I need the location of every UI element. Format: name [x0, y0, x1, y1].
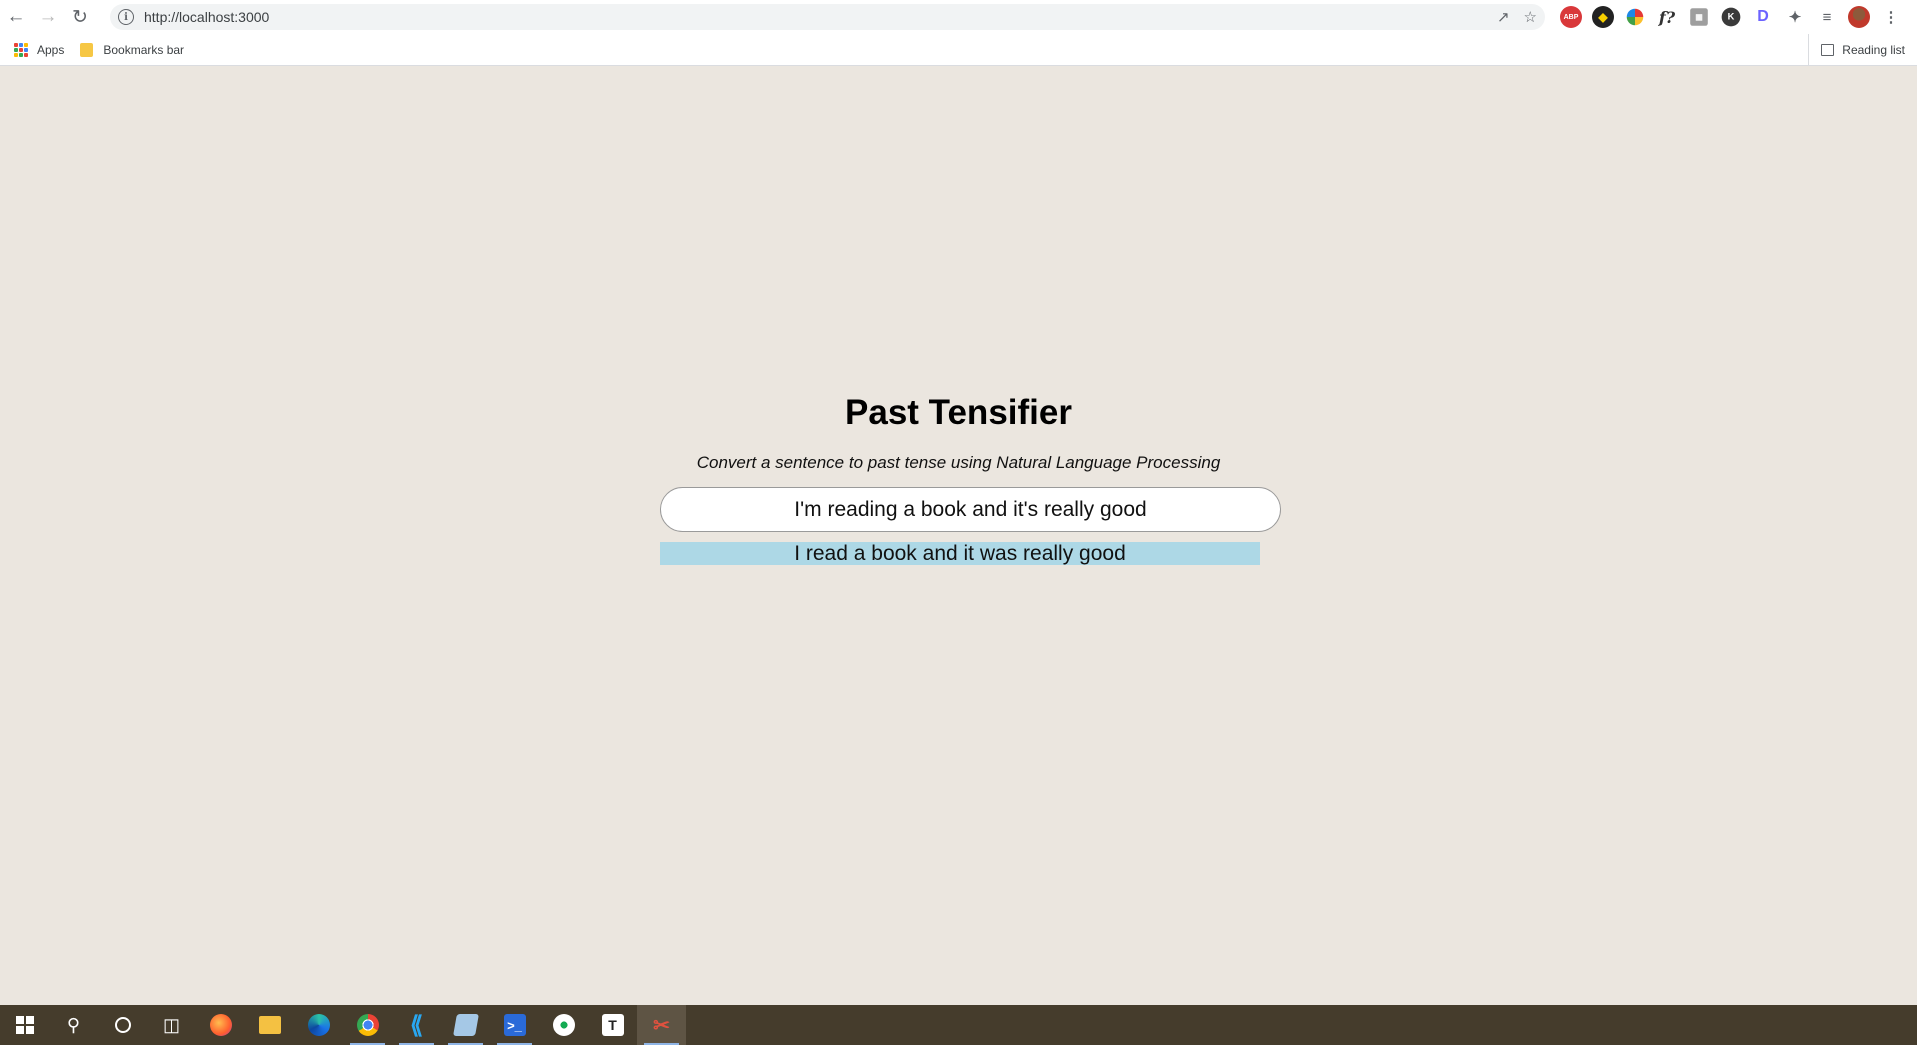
apps-label: Apps [37, 42, 65, 57]
start-button[interactable] [0, 1005, 49, 1045]
taskbar-edge[interactable] [294, 1005, 343, 1045]
k-extension-icon[interactable]: K [1721, 7, 1741, 27]
taskbar-firefox[interactable] [196, 1005, 245, 1045]
search-button[interactable]: ⚲ [49, 1005, 98, 1045]
folder-icon [258, 1016, 281, 1034]
firefox-icon [209, 1014, 232, 1036]
extensions-puzzle-icon[interactable]: ✦ [1784, 6, 1806, 28]
reading-list-button[interactable]: Reading list [1808, 34, 1905, 66]
reading-list-icon [1821, 44, 1835, 56]
color-picker-extension-icon[interactable] [1626, 8, 1644, 26]
snipping-tool-icon: ✂ [653, 1014, 670, 1037]
reading-list-label: Reading list [1842, 43, 1905, 57]
windows-logo-icon [15, 1016, 34, 1034]
taskbar-active-app[interactable]: ✂ [637, 1005, 686, 1045]
adblock-extension-icon[interactable]: ABP [1560, 6, 1582, 28]
taskbar-vscode[interactable]: ⟪ [392, 1005, 441, 1045]
extensions-bar: ABP ◆ f? ▦ K D ✦ ≡ ⋮ [1560, 0, 1902, 34]
mongodb-icon [552, 1014, 575, 1036]
typora-icon: T [601, 1014, 624, 1036]
notes-icon [452, 1014, 479, 1036]
taskbar-notes[interactable] [441, 1005, 490, 1045]
font-finder-extension-icon[interactable]: f? [1656, 6, 1678, 28]
folder-icon [80, 42, 94, 57]
cortana-button[interactable] [98, 1005, 147, 1045]
folder-label: Bookmarks bar [103, 42, 185, 57]
bookmarks-bar-folder[interactable]: Bookmarks bar [80, 42, 185, 57]
browser-menu-icon[interactable]: ⋮ [1880, 6, 1902, 28]
forward-arrow-icon[interactable]: → [32, 0, 64, 34]
taskbar-file-explorer[interactable] [245, 1005, 294, 1045]
vscode-icon: ⟪ [409, 1011, 424, 1039]
edge-icon [307, 1014, 330, 1036]
reload-icon[interactable]: ↻ [64, 0, 96, 34]
search-icon: ⚲ [66, 1014, 81, 1035]
taskbar-typora[interactable]: T [588, 1005, 637, 1045]
taskbar-chrome[interactable] [343, 1005, 392, 1045]
gray-extension-icon[interactable]: ▦ [1690, 8, 1708, 26]
cortana-circle-icon [114, 1017, 131, 1033]
past-tense-output: I read a book and it was really good [660, 542, 1260, 565]
media-list-icon[interactable]: ≡ [1816, 6, 1838, 28]
apps-grid-icon [14, 42, 28, 57]
page-subtitle: Convert a sentence to past tense using N… [696, 453, 1221, 472]
task-view-button[interactable]: ◫ [147, 1005, 196, 1045]
site-info-icon[interactable]: i [118, 9, 134, 25]
bookmark-star-icon[interactable]: ☆ [1524, 8, 1537, 26]
task-view-icon: ◫ [162, 1014, 180, 1035]
taskbar-powershell[interactable]: >_ [490, 1005, 539, 1045]
taskbar: ⚲ ◫ ⟪ >_ T ✂ [0, 1005, 1917, 1045]
apps-bookmark[interactable]: Apps [14, 42, 65, 57]
browser-toolbar: ← → ↻ i http://localhost:3000 ↗ ☆ ABP ◆ … [0, 0, 1917, 34]
sentence-input[interactable] [660, 487, 1281, 532]
profile-avatar[interactable] [1848, 6, 1870, 28]
share-icon[interactable]: ↗ [1497, 8, 1510, 26]
chrome-icon [356, 1014, 379, 1036]
d-extension-icon[interactable]: D [1752, 6, 1774, 28]
powershell-icon: >_ [503, 1014, 526, 1036]
bookmarks-bar: Apps Bookmarks bar Reading list [0, 34, 1917, 66]
page-title: Past Tensifier [845, 393, 1072, 432]
taskbar-mongodb-compass[interactable] [539, 1005, 588, 1045]
back-arrow-icon[interactable]: ← [0, 0, 32, 34]
address-url[interactable]: http://localhost:3000 [144, 9, 269, 25]
page-content [0, 67, 1917, 1005]
honey-extension-icon[interactable]: ◆ [1592, 6, 1614, 28]
address-bar[interactable]: i http://localhost:3000 ↗ ☆ [110, 4, 1545, 30]
